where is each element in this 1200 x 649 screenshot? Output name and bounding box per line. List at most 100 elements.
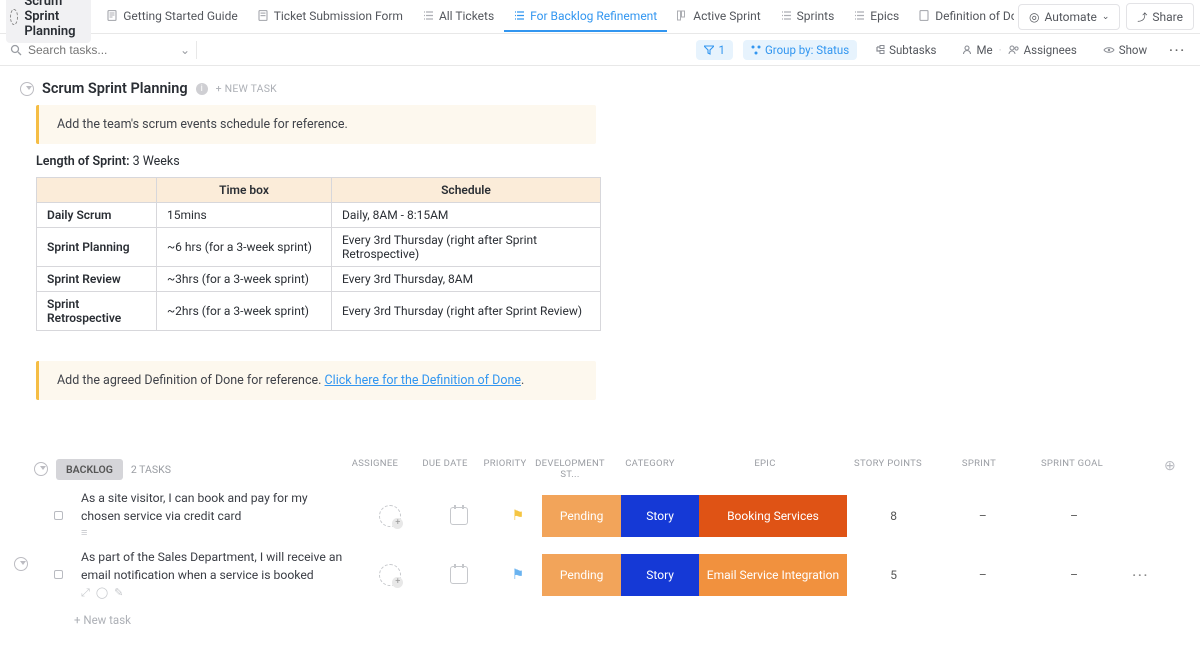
callout-dod: Add the agreed Definition of Done for re… xyxy=(36,361,596,400)
sprint-cell[interactable]: – xyxy=(941,568,1025,582)
category-tag[interactable]: Story xyxy=(621,554,699,596)
status-checkbox[interactable] xyxy=(54,570,63,579)
group-by-pill[interactable]: Group by: Status xyxy=(743,40,857,60)
col-devstatus[interactable]: DEVELOPMENT ST... xyxy=(530,458,610,480)
event-time: ~3hrs (for a 3-week sprint) xyxy=(157,267,332,292)
dev-status-tag[interactable]: Pending xyxy=(542,554,620,596)
epic-tag[interactable]: Booking Services xyxy=(699,495,846,537)
edit-icon[interactable]: ✎ xyxy=(114,585,123,601)
task-inline-icons: ⤢ ◯ ✎ xyxy=(81,585,348,601)
col-assignee[interactable]: ASSIGNEE xyxy=(340,458,410,480)
tab-label: For Backlog Refinement xyxy=(530,9,657,23)
more-menu[interactable]: ··· xyxy=(1165,43,1190,57)
tab-active-sprint[interactable]: Active Sprint xyxy=(667,2,770,32)
group-name[interactable]: BACKLOG xyxy=(56,459,123,480)
expand-icon[interactable]: ⤢ xyxy=(81,585,90,601)
collapse-toggle[interactable] xyxy=(14,557,28,571)
col-goal[interactable]: SPRINT GOAL xyxy=(1022,458,1122,480)
new-task-link[interactable]: + NEW TASK xyxy=(216,82,277,95)
col-epic[interactable]: EPIC xyxy=(690,458,840,480)
tab-all-tickets[interactable]: All Tickets xyxy=(413,2,504,32)
col-points[interactable]: STORY POINTS xyxy=(840,458,936,480)
search-box[interactable] xyxy=(10,43,170,57)
task-row[interactable]: As part of the Sales Department, I will … xyxy=(20,545,1182,604)
event-schedule: Every 3rd Thursday (right after Sprint R… xyxy=(332,228,601,267)
tab-backlog-refinement[interactable]: For Backlog Refinement xyxy=(504,2,667,32)
sprint-cell[interactable]: – xyxy=(941,509,1025,523)
page-title: Scrum Sprint Planning xyxy=(42,80,188,97)
tab-sprints[interactable]: Sprints xyxy=(771,2,845,32)
chevron-down-icon: ⌄ xyxy=(1102,12,1110,22)
calendar-icon xyxy=(450,566,468,584)
task-inline-icons: ≡ xyxy=(81,525,348,541)
col-priority[interactable]: PRIORITY xyxy=(480,458,530,480)
epic-tag[interactable]: Email Service Integration xyxy=(699,554,846,596)
search-input[interactable] xyxy=(28,43,138,57)
collapse-toggle[interactable] xyxy=(20,82,34,96)
search-icon xyxy=(10,44,22,56)
me-pill[interactable]: Me · Assignees xyxy=(954,40,1084,60)
events-table: Time box Schedule Daily Scrum 15mins Dai… xyxy=(36,177,601,331)
table-row: Sprint Review ~3hrs (for a 3-week sprint… xyxy=(37,267,601,292)
task-count: 2 TASKS xyxy=(131,463,171,476)
goal-cell[interactable]: – xyxy=(1025,509,1123,523)
new-task-button[interactable]: + New task xyxy=(20,605,1182,631)
dod-link[interactable]: Click here for the Definition of Done xyxy=(325,373,521,388)
align-icon: ≡ xyxy=(81,525,87,541)
chevron-down-icon[interactable]: ⌄ xyxy=(176,43,186,57)
project-title[interactable]: Scrum Sprint Planning xyxy=(6,0,91,43)
duedate-cell[interactable] xyxy=(425,507,494,525)
row-more-menu[interactable]: ··· xyxy=(1123,568,1158,582)
collapse-toggle[interactable] xyxy=(34,462,48,476)
th-timebox: Time box xyxy=(157,178,332,203)
top-nav-left: Scrum Sprint Planning Getting Started Gu… xyxy=(6,0,1014,43)
task-title[interactable]: As a site visitor, I can book and pay fo… xyxy=(81,490,356,541)
sprint-length-label: Length of Sprint: xyxy=(36,154,129,169)
list-icon xyxy=(514,10,525,21)
tag-icon[interactable]: ◯ xyxy=(96,585,108,601)
event-schedule: Daily, 8AM - 8:15AM xyxy=(332,203,601,228)
tab-getting-started[interactable]: Getting Started Guide xyxy=(97,2,247,32)
table-row: Sprint Retrospective ~2hrs (for a 3-week… xyxy=(37,292,601,331)
points-cell[interactable]: 8 xyxy=(847,509,941,523)
share-label: Share xyxy=(1152,10,1183,24)
col-category[interactable]: CATEGORY xyxy=(610,458,690,480)
assignee-cell[interactable] xyxy=(356,505,425,527)
show-pill[interactable]: Show xyxy=(1095,40,1155,60)
assignee-cell[interactable] xyxy=(356,564,425,586)
sprint-length-value: 3 Weeks xyxy=(133,154,180,169)
status-checkbox[interactable] xyxy=(54,511,63,520)
goal-cell[interactable]: – xyxy=(1025,568,1123,582)
dev-status-tag[interactable]: Pending xyxy=(542,495,620,537)
tab-definition-of-done[interactable]: Definition of Done xyxy=(909,2,1014,32)
task-title[interactable]: As part of the Sales Department, I will … xyxy=(81,549,356,600)
add-column-button[interactable]: ⊕ xyxy=(1158,458,1182,480)
tab-label: Active Sprint xyxy=(693,9,760,23)
col-sprint[interactable]: SPRINT xyxy=(936,458,1022,480)
info-icon[interactable]: i xyxy=(196,83,208,95)
filter-count-pill[interactable]: 1 xyxy=(696,40,732,60)
assignees-label: Assignees xyxy=(1024,43,1077,57)
person-icon xyxy=(962,45,972,55)
subtasks-pill[interactable]: Subtasks xyxy=(867,40,944,60)
event-time: ~2hrs (for a 3-week sprint) xyxy=(157,292,332,331)
task-row[interactable]: As a site visitor, I can book and pay fo… xyxy=(20,486,1182,545)
page-heading: Scrum Sprint Planning i + NEW TASK xyxy=(20,80,1182,97)
category-tag[interactable]: Story xyxy=(621,495,699,537)
points-cell[interactable]: 5 xyxy=(847,568,941,582)
column-headers: ASSIGNEE DUE DATE PRIORITY DEVELOPMENT S… xyxy=(340,458,1182,480)
project-title-text: Scrum Sprint Planning xyxy=(24,0,83,39)
th-blank xyxy=(37,178,157,203)
share-button[interactable]: ⤴ Share xyxy=(1126,3,1194,30)
automate-button[interactable]: ◎ Automate ⌄ xyxy=(1018,4,1120,30)
assignee-avatar xyxy=(379,505,401,527)
priority-cell[interactable] xyxy=(493,567,542,583)
share-icon: ⤴ xyxy=(1137,9,1147,24)
tab-epics[interactable]: Epics xyxy=(844,2,909,32)
sprint-length: Length of Sprint: 3 Weeks xyxy=(36,154,1182,169)
duedate-cell[interactable] xyxy=(425,566,494,584)
tab-ticket-form[interactable]: Ticket Submission Form xyxy=(248,2,413,32)
th-schedule: Schedule xyxy=(332,178,601,203)
col-duedate[interactable]: DUE DATE xyxy=(410,458,480,480)
priority-cell[interactable] xyxy=(493,508,542,524)
